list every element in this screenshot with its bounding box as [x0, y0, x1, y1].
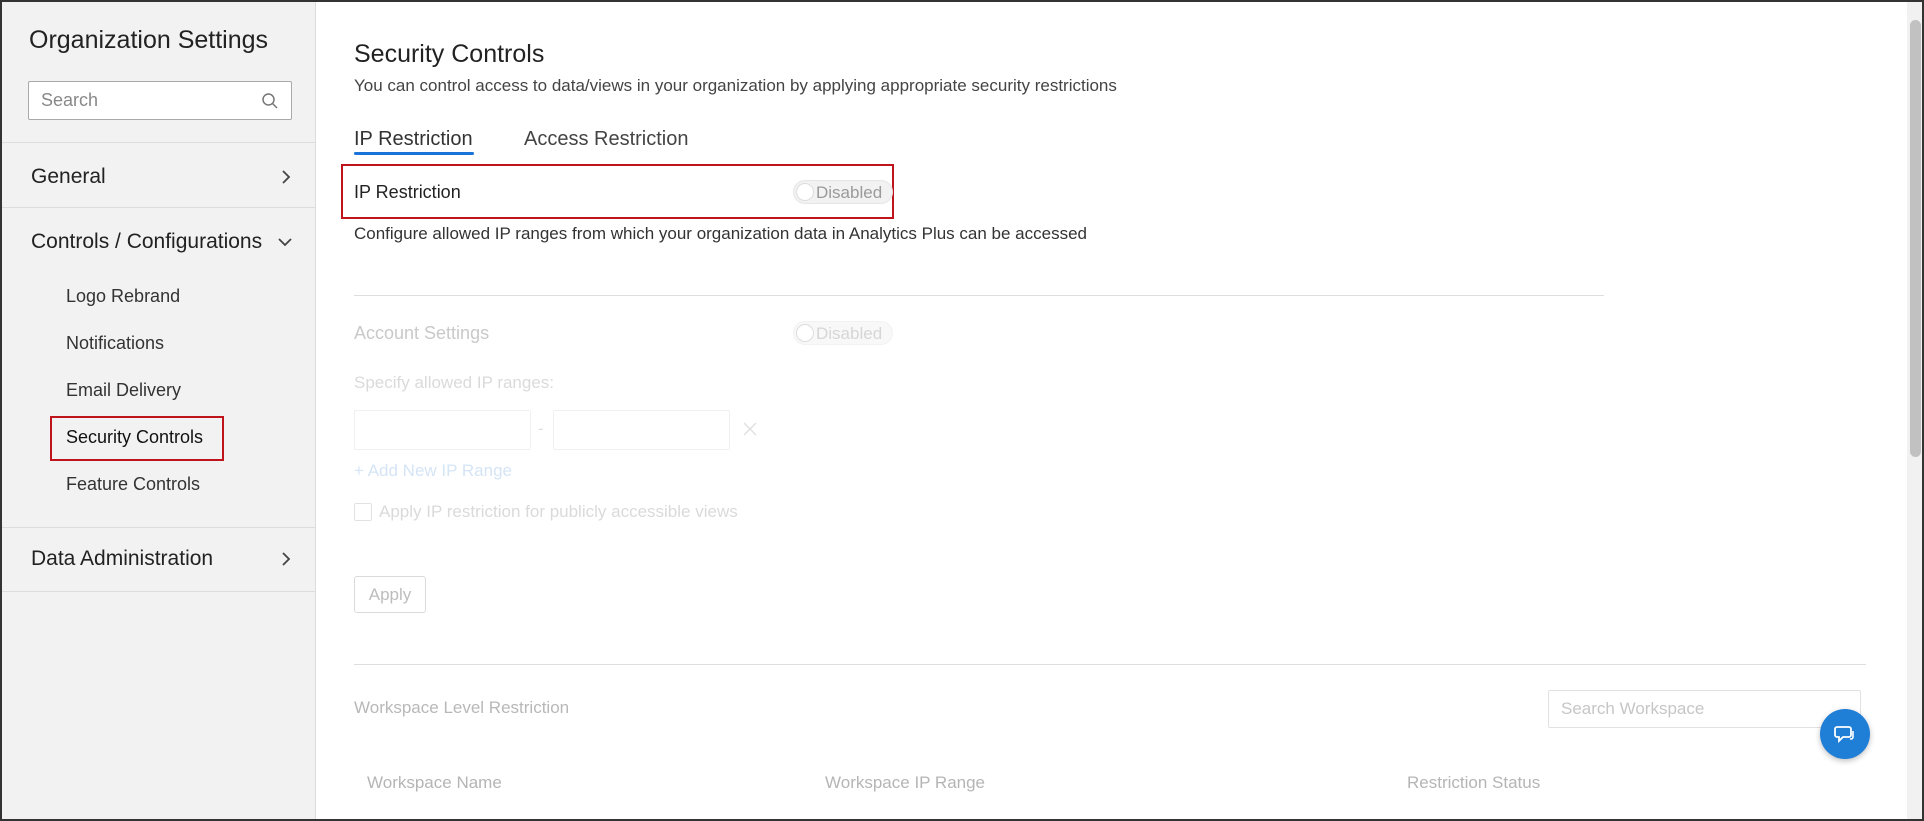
apply-public-checkbox[interactable]: [354, 503, 372, 521]
main-content: Security Controls You can control access…: [317, 2, 1907, 819]
sidebar-item-feature-controls[interactable]: Feature Controls: [66, 474, 200, 495]
sidebar-section-data-administration[interactable]: Data Administration: [2, 528, 316, 592]
ip-ranges-label: Specify allowed IP ranges:: [354, 373, 555, 392]
highlight-box-sidebar: [50, 416, 224, 461]
ip-restriction-toggle-label: Disabled: [816, 183, 883, 202]
tab-ip-restriction[interactable]: IP Restriction: [354, 128, 473, 151]
sidebar-section-controls-label[interactable]: Controls / Configurations: [31, 230, 262, 254]
chat-icon: [1834, 726, 1854, 744]
add-ip-range-link[interactable]: + Add New IP Range: [354, 461, 512, 481]
sidebar-search[interactable]: [28, 81, 292, 120]
tab-access-restriction[interactable]: Access Restriction: [524, 128, 689, 151]
workspace-restriction-title: Workspace Level Restriction: [354, 698, 570, 717]
ip-restriction-description: Configure allowed IP ranges from which y…: [354, 224, 1087, 243]
sidebar-item-email-delivery[interactable]: Email Delivery: [66, 380, 181, 401]
apply-button[interactable]: Apply: [354, 576, 426, 613]
toggle-knob: [796, 324, 814, 342]
account-settings-toggle[interactable]: Disabled: [793, 321, 893, 345]
ip-range-end-input[interactable]: [553, 410, 730, 450]
active-tab-indicator: [354, 152, 474, 155]
section-divider: [354, 295, 1604, 296]
remove-range-icon[interactable]: [741, 420, 759, 438]
column-header-workspace-ip-range: Workspace IP Range: [825, 773, 986, 792]
ip-range-separator: -: [538, 419, 544, 438]
sidebar-title: Organization Settings: [29, 26, 269, 54]
column-header-restriction-status: Restriction Status: [1407, 773, 1541, 792]
page-title: Security Controls: [354, 40, 545, 68]
sidebar-search-input[interactable]: [41, 82, 251, 119]
page-subtitle: You can control access to data/views in …: [354, 76, 1117, 95]
settings-sidebar: Organization Settings General Controls /…: [2, 2, 316, 819]
ip-range-start-input[interactable]: [354, 410, 531, 450]
scrollbar-thumb[interactable]: [1910, 20, 1921, 457]
sidebar-section-general-label: General: [31, 165, 106, 188]
app-window: Organization Settings General Controls /…: [0, 0, 1924, 821]
workspace-search-input[interactable]: [1561, 691, 1801, 727]
chevron-right-icon: [282, 552, 291, 566]
ip-restriction-label: IP Restriction: [354, 182, 461, 202]
chevron-right-icon: [282, 170, 291, 184]
toggle-knob: [796, 183, 814, 201]
account-settings-label: Account Settings: [354, 323, 490, 343]
sidebar-item-logo-rebrand[interactable]: Logo Rebrand: [66, 286, 180, 307]
sidebar-section-data-label: Data Administration: [31, 547, 214, 570]
sidebar-item-notifications[interactable]: Notifications: [66, 333, 164, 354]
chevron-down-icon[interactable]: [277, 234, 293, 250]
section-divider: [354, 664, 1866, 665]
search-icon: [262, 93, 278, 109]
ip-restriction-toggle[interactable]: Disabled: [793, 180, 893, 204]
chat-support-button[interactable]: [1820, 709, 1870, 759]
sidebar-section-general[interactable]: General: [2, 142, 316, 208]
column-header-workspace-name: Workspace Name: [367, 773, 502, 792]
vertical-scrollbar[interactable]: [1907, 2, 1922, 819]
account-settings-toggle-label: Disabled: [816, 324, 883, 343]
apply-public-label: Apply IP restriction for publicly access…: [379, 502, 738, 521]
workspace-search[interactable]: [1548, 690, 1861, 728]
